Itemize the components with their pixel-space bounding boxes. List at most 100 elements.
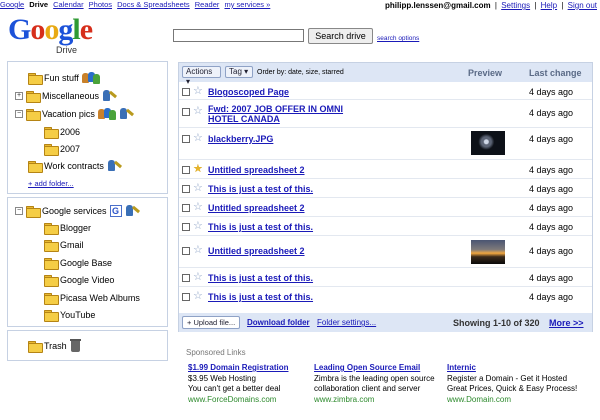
folder-vacation-pics[interactable]: − Vacation pics [15,107,135,121]
file-date: 4 days ago [529,134,574,144]
file-name[interactable]: Untitled spreadsheet 2 [208,203,458,213]
search-options-link[interactable]: search options [377,35,419,42]
expand-icon[interactable]: + [15,92,23,100]
file-name[interactable]: Untitled spreadsheet 2 [208,165,458,175]
row-checkbox[interactable] [182,293,190,301]
row-checkbox[interactable] [182,274,190,282]
add-folder-link[interactable]: + add folder... [28,179,74,188]
star-icon[interactable]: ☆ [193,221,203,232]
folder-icon [28,73,43,85]
row-checkbox[interactable] [182,135,190,143]
table-row[interactable]: ☆ Untitled spreadsheet 2 4 days ago [179,236,592,268]
ad-url[interactable]: www.Domain.com [447,395,577,406]
folder-icon [44,144,59,156]
file-name[interactable]: This is just a test of this. [208,273,458,283]
tag-dropdown[interactable]: Tag ▾ [225,66,253,78]
ad-url[interactable]: www.zimbra.com [314,395,435,406]
ad-url[interactable]: www.ForceDomains.com [188,395,288,406]
star-icon[interactable]: ☆ [193,86,203,97]
star-filled-icon[interactable]: ★ [193,164,203,175]
ad-title[interactable]: $1.99 Domain Registration [188,363,288,374]
row-checkbox[interactable] [182,185,190,193]
google-drive-logo[interactable]: Google Drive [8,15,113,56]
table-row[interactable]: ☆ blackberry.JPG 4 days ago [179,128,592,160]
star-icon[interactable]: ☆ [193,245,203,256]
nav-photos[interactable]: Photos [89,0,112,9]
table-row[interactable]: ★ Untitled spreadsheet 2 4 days ago [179,160,592,179]
table-row[interactable]: ☆ This is just a test of this. 4 days ag… [179,268,592,287]
row-checkbox[interactable] [182,166,190,174]
ad-internic[interactable]: Internic Register a Domain - Get it Host… [447,363,577,405]
folder-google-base[interactable]: Google Base [44,256,112,270]
star-icon[interactable]: ☆ [193,291,203,302]
settings-link[interactable]: Settings [501,1,530,10]
folder-gmail[interactable]: Gmail [44,238,84,252]
ad-zimbra[interactable]: Leading Open Source Email Zimbra is the … [314,363,435,405]
file-name[interactable]: This is just a test of this. [208,184,458,194]
folder-2007[interactable]: 2007 [44,142,80,156]
sort-options[interactable]: Order by: date, size, starred [257,69,344,76]
table-row[interactable]: ☆ This is just a test of this. 4 days ag… [179,287,592,306]
folder-picasa[interactable]: Picasa Web Albums [44,291,140,305]
folder-settings-link[interactable]: Folder settings... [317,318,376,327]
logo-product: Drive [56,45,78,55]
folder-google-video[interactable]: Google Video [44,273,114,287]
folder-miscellaneous[interactable]: + Miscellaneous [15,89,118,103]
search-input[interactable] [173,29,304,42]
row-checkbox[interactable] [182,247,190,255]
file-name[interactable]: This is just a test of this. [208,222,458,232]
shared-people-icon [81,72,100,84]
star-icon[interactable]: ☆ [193,133,203,144]
help-link[interactable]: Help [541,1,557,10]
signout-link[interactable]: Sign out [568,1,597,10]
folder-blogger[interactable]: Blogger [44,221,91,235]
blackberry-thumbnail[interactable] [471,131,505,155]
folder-google-services[interactable]: − Google services G [15,204,141,218]
search-drive-button[interactable]: Search drive [308,28,373,44]
ad-force-domains[interactable]: $1.99 Domain Registration $3.95 Web Host… [188,363,288,405]
folder-2006[interactable]: 2006 [44,125,80,139]
more-link[interactable]: More >> [549,318,584,328]
download-folder-link[interactable]: Download folder [247,318,310,327]
row-checkbox[interactable] [182,223,190,231]
collapse-icon[interactable]: − [15,110,23,118]
upload-file-button[interactable]: + Upload file... [182,316,241,329]
star-icon[interactable]: ☆ [193,202,203,213]
nav-google[interactable]: Google [0,0,24,9]
file-name[interactable]: Untitled spreadsheet 2 [208,246,458,256]
file-name[interactable]: blackberry.JPG [208,134,458,144]
nav-reader[interactable]: Reader [195,0,220,9]
row-checkbox[interactable] [182,204,190,212]
ad-title[interactable]: Internic [447,363,577,374]
column-last-change[interactable]: Last change [529,68,582,78]
table-row[interactable]: ☆ Untitled spreadsheet 2 4 days ago [179,198,592,217]
star-icon[interactable]: ☆ [193,106,203,117]
file-name[interactable]: This is just a test of this. [208,292,458,302]
folder-trash[interactable]: Trash [28,338,81,353]
folder-work-contracts[interactable]: Work contracts [28,159,123,173]
file-name[interactable]: Fwd: 2007 JOB OFFER IN OMNI HOTEL CANADA [208,104,368,124]
sunset-thumbnail[interactable] [471,240,505,264]
table-row[interactable]: ☆ Fwd: 2007 JOB OFFER IN OMNI HOTEL CANA… [179,100,592,128]
row-checkbox[interactable] [182,88,190,96]
account-bar: philipp.lenssen@gmail.com | Settings | H… [385,1,597,10]
table-row[interactable]: ☆ This is just a test of this. 4 days ag… [179,217,592,236]
table-row[interactable]: ☆ Blogoscoped Page 4 days ago [179,82,592,100]
folder-youtube[interactable]: YouTube [44,308,95,322]
actions-dropdown[interactable]: Actions ▾ [182,66,221,86]
collapse-icon[interactable]: − [15,207,23,215]
star-icon[interactable]: ☆ [193,272,203,283]
table-row[interactable]: ☆ This is just a test of this. 4 days ag… [179,179,592,198]
star-icon[interactable]: ☆ [193,183,203,194]
file-date: 4 days ago [529,87,574,97]
row-checkbox[interactable] [182,108,190,116]
file-name[interactable]: Blogoscoped Page [208,87,458,97]
ad-title[interactable]: Leading Open Source Email [314,363,435,374]
file-date: 4 days ago [529,273,574,283]
nav-my-services[interactable]: my services » [224,0,270,9]
folder-icon [26,91,41,103]
nav-calendar[interactable]: Calendar [53,0,83,9]
nav-docs[interactable]: Docs & Spreadsheets [117,0,190,9]
folder-fun-stuff[interactable]: Fun stuff [28,71,100,85]
nav-drive[interactable]: Drive [29,0,48,9]
